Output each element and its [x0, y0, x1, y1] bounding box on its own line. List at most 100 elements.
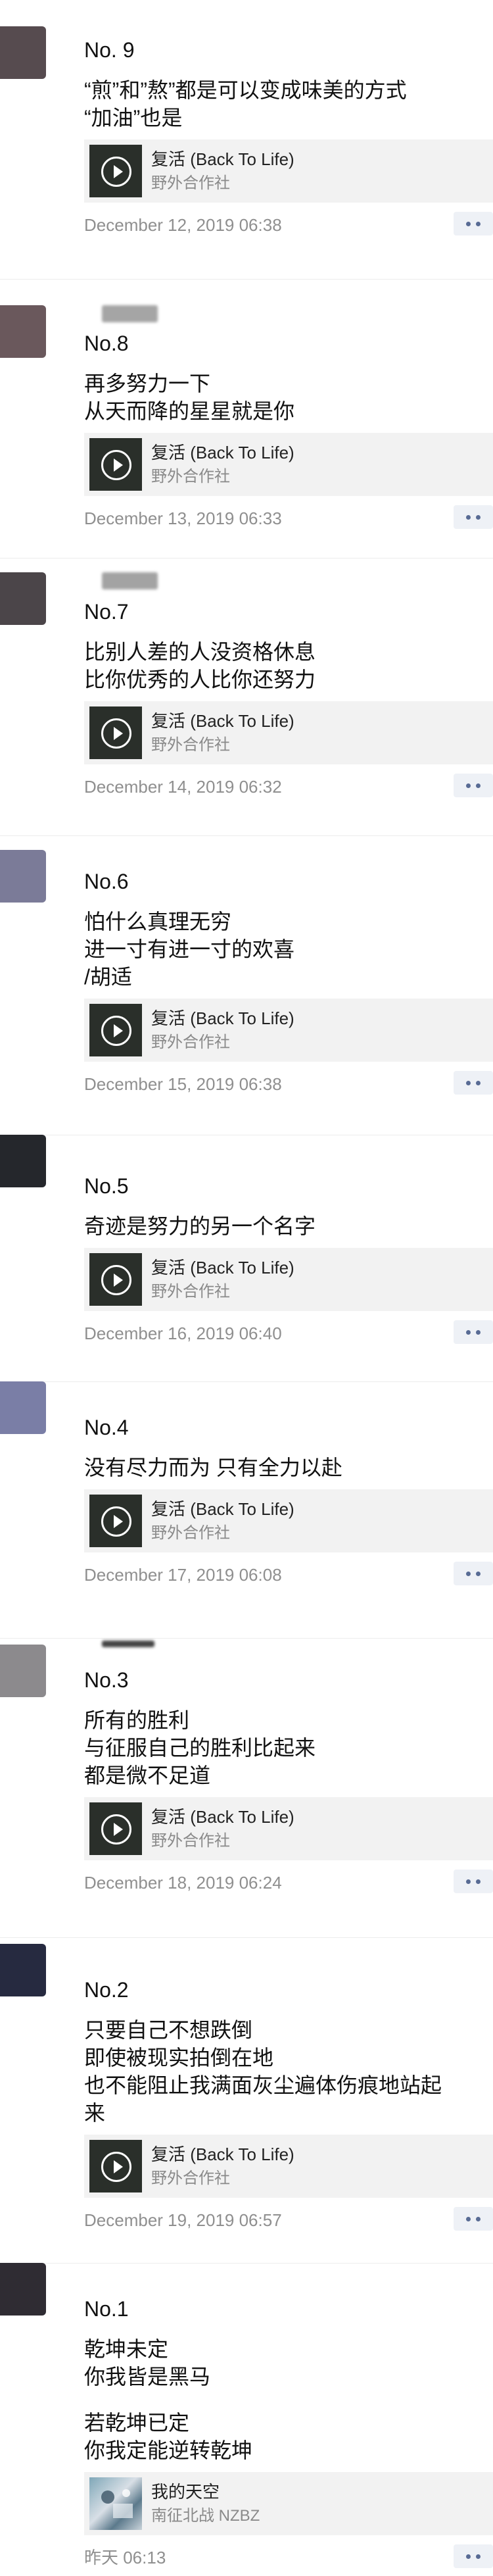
song-artist: 野外合作社 — [151, 1033, 230, 1051]
post-time: December 14, 2019 06:32 — [84, 777, 282, 797]
more-dots-icon — [466, 515, 471, 520]
album-art-icon — [89, 2477, 142, 2530]
post-number: No.7 — [84, 600, 129, 624]
play-icon[interactable] — [101, 2152, 131, 2182]
more-options-button[interactable] — [454, 212, 493, 235]
avatar[interactable] — [0, 305, 46, 358]
music-cover — [89, 1802, 142, 1855]
post-number: No.6 — [84, 870, 129, 893]
avatar[interactable] — [0, 1645, 46, 1697]
post-time: December 12, 2019 06:38 — [84, 215, 282, 235]
post-text: 再多努力一下 从天而降的星星就是你 — [84, 372, 295, 423]
post-time: December 19, 2019 06:57 — [84, 2210, 282, 2230]
post-time: 昨天 06:13 — [84, 2548, 166, 2567]
music-card[interactable]: 我的天空 南征北战 NZBZ — [84, 2472, 493, 2535]
post-number: No.1 — [84, 2297, 129, 2321]
post-text: 奇迹是努力的另一个名字 — [84, 1214, 316, 1238]
post-time: December 13, 2019 06:33 — [84, 508, 282, 528]
song-title: 复活 (Back To Life) — [151, 149, 294, 169]
music-cover — [89, 145, 142, 197]
more-dots-icon — [466, 1330, 471, 1335]
nickname-blurred[interactable] — [102, 305, 158, 322]
song-title: 我的天空 — [151, 2482, 220, 2502]
more-options-button[interactable] — [454, 1562, 493, 1585]
post-time: December 18, 2019 06:24 — [84, 1873, 282, 1893]
music-card[interactable]: 复活 (Back To Life) 野外合作社 — [84, 433, 493, 496]
music-card[interactable]: 复活 (Back To Life) 野外合作社 — [84, 2135, 493, 2198]
more-options-button[interactable] — [454, 1071, 493, 1095]
music-cover — [89, 706, 142, 759]
post-text: 所有的胜利 与征服自己的胜利比起来 都是微不足道 — [84, 1708, 316, 1787]
song-title: 复活 (Back To Life) — [151, 1499, 294, 1519]
more-dots-icon — [466, 2554, 471, 2559]
post-text: 怕什么真理无穷 进一寸有进一寸的欢喜 /胡适 — [84, 910, 295, 989]
post-number: No.4 — [84, 1416, 129, 1439]
post-number: No.3 — [84, 1668, 129, 1692]
music-cover — [89, 1495, 142, 1547]
play-icon[interactable] — [101, 718, 131, 749]
more-options-button[interactable] — [454, 2207, 493, 2231]
song-artist: 野外合作社 — [151, 1832, 230, 1850]
song-title: 复活 (Back To Life) — [151, 1807, 294, 1827]
more-options-button[interactable] — [454, 1870, 493, 1893]
more-dots-icon — [466, 1081, 471, 1085]
post-time: December 15, 2019 06:38 — [84, 1074, 282, 1094]
music-card[interactable]: 复活 (Back To Life) 野外合作社 — [84, 1248, 493, 1311]
song-artist: 野外合作社 — [151, 736, 230, 754]
post-number: No. 9 — [84, 38, 135, 62]
moments-feed: No. 9 “煎”和”熬”都是可以变成味美的方式 “加油”也是 复活 (Back… — [0, 0, 493, 2568]
post-text: 乾坤未定 你我皆是黑马 若乾坤已定 你我定能逆转乾坤 — [84, 2337, 253, 2462]
song-title: 复活 (Back To Life) — [151, 1008, 294, 1028]
post-number: No.2 — [84, 1978, 129, 2002]
avatar[interactable] — [0, 572, 46, 625]
song-title: 复活 (Back To Life) — [151, 443, 294, 462]
more-options-button[interactable] — [454, 1320, 493, 1344]
avatar[interactable] — [0, 1135, 46, 1187]
more-options-button[interactable] — [454, 505, 493, 529]
music-card[interactable]: 复活 (Back To Life) 野外合作社 — [84, 1489, 493, 1552]
music-cover — [89, 1004, 142, 1056]
play-icon[interactable] — [101, 1814, 131, 1845]
music-cover — [89, 2140, 142, 2192]
post-number: No.8 — [84, 332, 129, 355]
play-icon[interactable] — [101, 1506, 131, 1537]
nickname-blurred[interactable] — [102, 1641, 154, 1647]
song-artist: 南征北战 NZBZ — [151, 2507, 260, 2525]
play-icon[interactable] — [101, 450, 131, 480]
post-time: December 17, 2019 06:08 — [84, 1565, 282, 1585]
song-title: 复活 (Back To Life) — [151, 2144, 294, 2164]
song-artist: 野外合作社 — [151, 1524, 230, 1542]
song-artist: 野外合作社 — [151, 1283, 230, 1300]
post-text: 只要自己不想跌倒 即使被现实拍倒在地 也不能阻止我满面灰尘遍体伤痕地站起 来 — [84, 2018, 442, 2125]
post-text: 比别人差的人没资格休息 比你优秀的人比你还努力 — [84, 640, 316, 691]
post-time: December 16, 2019 06:40 — [84, 1324, 282, 1343]
more-options-button[interactable] — [454, 774, 493, 797]
more-options-button[interactable] — [454, 2544, 493, 2568]
play-icon[interactable] — [101, 1265, 131, 1295]
song-artist: 野外合作社 — [151, 2169, 230, 2187]
avatar[interactable] — [0, 1944, 46, 1996]
avatar[interactable] — [0, 850, 46, 903]
post-text: 没有尽力而为 只有全力以赴 — [84, 1456, 342, 1479]
post-text: “煎”和”熬”都是可以变成味美的方式 “加油”也是 — [84, 78, 407, 130]
play-icon[interactable] — [101, 157, 131, 187]
song-title: 复活 (Back To Life) — [151, 1258, 294, 1277]
more-dots-icon — [466, 222, 471, 226]
music-card[interactable]: 复活 (Back To Life) 野外合作社 — [84, 1797, 493, 1860]
post-number: No.5 — [84, 1174, 129, 1198]
avatar[interactable] — [0, 2263, 46, 2316]
song-artist: 野外合作社 — [151, 174, 230, 192]
avatar[interactable] — [0, 1381, 46, 1434]
more-dots-icon — [466, 1879, 471, 1884]
song-artist: 野外合作社 — [151, 468, 230, 485]
song-title: 复活 (Back To Life) — [151, 711, 294, 731]
music-cover — [89, 438, 142, 491]
avatar[interactable] — [0, 26, 46, 79]
more-dots-icon — [466, 1572, 471, 1576]
music-card[interactable]: 复活 (Back To Life) 野外合作社 — [84, 701, 493, 764]
music-card[interactable]: 复活 (Back To Life) 野外合作社 — [84, 139, 493, 203]
music-card[interactable]: 复活 (Back To Life) 野外合作社 — [84, 999, 493, 1062]
more-dots-icon — [466, 783, 471, 788]
nickname-blurred[interactable] — [102, 572, 158, 589]
play-icon[interactable] — [101, 1016, 131, 1046]
